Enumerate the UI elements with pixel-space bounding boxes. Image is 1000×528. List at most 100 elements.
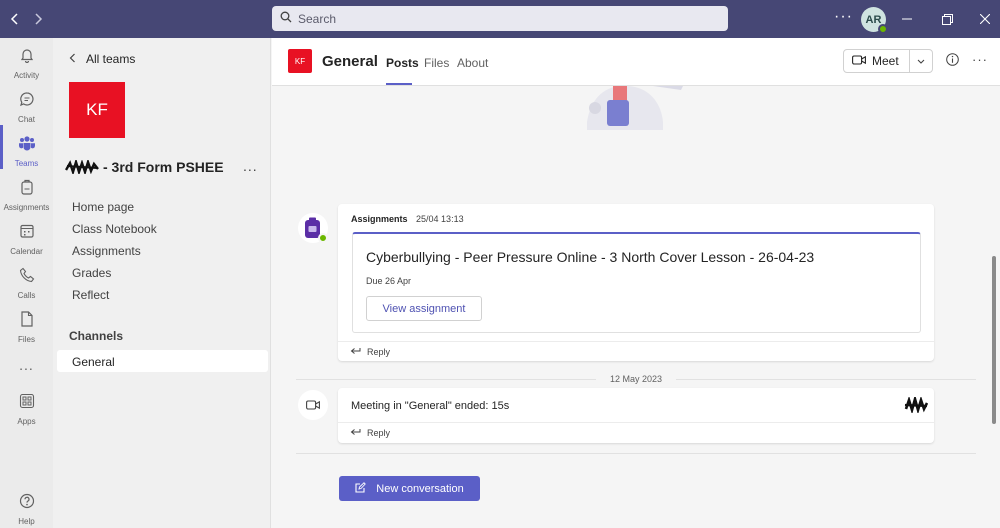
reply-arrow-icon	[350, 346, 361, 358]
more-dots-icon: ...	[19, 357, 34, 373]
rail-label: Assignments	[3, 202, 50, 212]
close-icon[interactable]	[975, 9, 995, 29]
feed-scrollbar[interactable]	[992, 256, 996, 424]
assignment-post-card: Assignments 25/04 13:13 Cyberbullying - …	[338, 204, 934, 361]
rail-label: Activity	[13, 70, 40, 80]
rail-item-assignments[interactable]: Assignments	[0, 174, 53, 216]
search-icon	[280, 10, 292, 28]
meeting-ended-text: Meeting in "General" ended: 15s	[351, 400, 510, 412]
back-arrow-icon[interactable]	[5, 9, 25, 29]
new-conversation-label: New conversation	[376, 482, 464, 495]
assignments-icon	[19, 179, 35, 200]
rail-item-calendar[interactable]: Calendar	[0, 218, 53, 260]
rail-item-more[interactable]: ...	[0, 344, 53, 386]
all-teams-link[interactable]: All teams	[69, 52, 135, 66]
assignments-bot-avatar	[298, 213, 328, 243]
team-link-home-page[interactable]: Home page	[72, 200, 134, 214]
forward-arrow-icon[interactable]	[28, 9, 48, 29]
meeting-post-card: Meeting in "General" ended: 15s Reply	[338, 388, 934, 443]
meet-label: Meet	[872, 54, 899, 68]
restore-icon[interactable]	[937, 9, 957, 29]
app-rail: Activity Chat Teams Assignments Calendar…	[0, 38, 53, 528]
tab-files[interactable]: Files	[424, 56, 449, 70]
post-timestamp: 25/04 13:13	[416, 214, 464, 224]
channel-item-general[interactable]: General	[57, 350, 268, 372]
date-separator: 12 May 2023	[609, 374, 663, 384]
video-camera-icon	[852, 54, 866, 68]
team-link-class-notebook[interactable]: Class Notebook	[72, 222, 157, 236]
all-teams-label: All teams	[86, 52, 136, 66]
rail-item-calls[interactable]: Calls	[0, 262, 53, 304]
rail-item-chat[interactable]: Chat	[0, 86, 53, 128]
post-author: Assignments	[351, 214, 408, 224]
search-input[interactable]: Search	[272, 6, 728, 31]
reply-arrow-icon	[350, 427, 361, 439]
team-name-text: - 3rd Form PSHEE	[103, 159, 224, 175]
team-more-options-icon[interactable]: ...	[243, 158, 258, 174]
title-bar: Search ··· AR	[0, 0, 1000, 38]
rail-label: Calls	[17, 290, 36, 300]
redaction-scribble	[904, 397, 928, 413]
rail-item-apps[interactable]: Apps	[0, 388, 53, 430]
channel-label: General	[72, 355, 115, 369]
phone-icon	[19, 267, 35, 288]
chat-icon	[19, 91, 35, 112]
team-link-reflect[interactable]: Reflect	[72, 288, 109, 302]
active-tab-indicator	[386, 83, 412, 85]
rail-item-teams[interactable]: Teams	[0, 130, 53, 172]
assignment-card: Cyberbullying - Peer Pressure Online - 3…	[352, 232, 921, 333]
rail-label: Apps	[17, 416, 36, 426]
team-panel: All teams KF - 3rd Form PSHEE ... Home p…	[53, 38, 271, 528]
user-initials: AR	[865, 13, 882, 26]
post-meta: Assignments 25/04 13:13	[351, 214, 464, 224]
team-avatar: KF	[69, 82, 125, 138]
redaction-scribble	[65, 160, 99, 174]
search-placeholder: Search	[298, 11, 337, 26]
reply-label: Reply	[367, 427, 391, 438]
chevron-left-icon	[69, 52, 76, 66]
tab-posts[interactable]: Posts	[386, 56, 419, 70]
rail-label: Teams	[14, 158, 39, 168]
rail-label: Calendar	[10, 246, 43, 256]
file-icon	[20, 310, 34, 332]
welcome-illustration	[587, 86, 683, 130]
rail-label: Files	[18, 334, 35, 344]
channels-heading: Channels	[69, 329, 124, 343]
team-name: - 3rd Form PSHEE	[65, 159, 224, 175]
reply-button[interactable]: Reply	[338, 422, 934, 442]
posts-feed: Assignments 25/04 13:13 Cyberbullying - …	[272, 86, 990, 528]
channel-header: KF General Posts Files About Meet ···	[272, 38, 1000, 86]
rail-item-activity[interactable]: Activity	[0, 42, 53, 84]
rail-item-files[interactable]: Files	[0, 306, 53, 348]
minimize-icon[interactable]	[897, 9, 917, 29]
teams-icon	[18, 135, 36, 156]
calendar-icon	[19, 223, 35, 244]
bot-presence-icon	[318, 233, 328, 243]
video-camera-icon	[306, 400, 320, 410]
view-assignment-button[interactable]: View assignment	[366, 296, 482, 321]
channel-more-options-icon[interactable]: ···	[972, 52, 988, 67]
settings-more-icon[interactable]: ···	[834, 8, 853, 26]
apps-icon	[19, 393, 35, 414]
presence-status-icon	[878, 24, 888, 34]
rail-label: Help	[18, 516, 35, 526]
rail-item-help[interactable]: Help	[0, 488, 53, 528]
assignment-due-date: Due 26 Apr	[366, 276, 412, 286]
user-avatar[interactable]: AR	[861, 7, 888, 34]
meeting-avatar	[298, 390, 328, 420]
new-conversation-button[interactable]: New conversation	[339, 476, 480, 501]
tab-about[interactable]: About	[457, 56, 488, 70]
reply-label: Reply	[367, 346, 391, 357]
channel-info-icon[interactable]	[946, 53, 959, 69]
compose-icon	[355, 481, 367, 496]
assignment-title: Cyberbullying - Peer Pressure Online - 3…	[366, 249, 815, 265]
meet-button[interactable]: Meet	[844, 50, 910, 72]
rail-label: Chat	[18, 114, 35, 124]
team-link-assignments[interactable]: Assignments	[72, 244, 141, 258]
help-icon	[19, 493, 35, 514]
team-link-grades[interactable]: Grades	[72, 266, 111, 280]
meet-dropdown-chevron-icon[interactable]	[910, 59, 932, 64]
channel-title: General	[322, 53, 378, 70]
feed-divider	[296, 453, 976, 454]
reply-button[interactable]: Reply	[338, 341, 934, 361]
